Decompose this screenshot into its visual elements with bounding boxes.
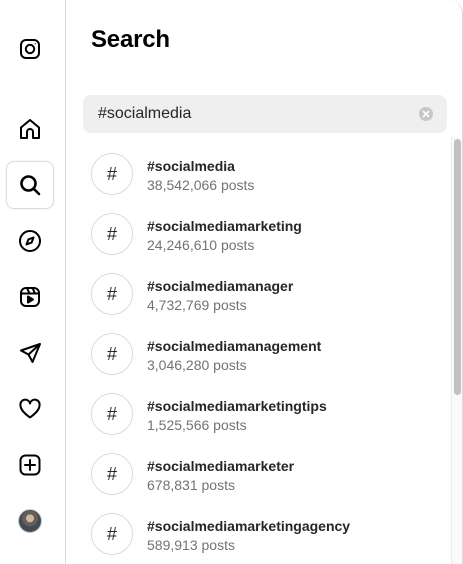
create-plus-icon	[19, 454, 41, 476]
result-post-count: 24,246,610 posts	[147, 237, 255, 253]
result-post-count: 3,046,280 posts	[147, 357, 247, 373]
instagram-logo-icon	[20, 39, 40, 59]
instagram-logo-button[interactable]	[6, 25, 54, 73]
hashtag-icon: #	[91, 393, 133, 435]
search-result-item[interactable]: # #socialmedia 38,542,066 posts	[67, 145, 447, 205]
page-title: Search	[91, 26, 170, 53]
result-post-count: 38,542,066 posts	[147, 177, 255, 193]
nav-messages[interactable]	[6, 329, 54, 377]
search-result-item[interactable]: # #socialmediamarketingagency 589,913 po…	[67, 505, 447, 564]
result-post-count: 1,525,566 posts	[147, 417, 247, 433]
profile-avatar	[18, 509, 42, 533]
result-hashtag: #socialmediamarketingtips	[147, 398, 327, 414]
nav-search[interactable]	[6, 161, 54, 209]
reels-icon	[20, 287, 40, 307]
hashtag-icon: #	[91, 513, 133, 555]
search-results-list: # #socialmedia 38,542,066 posts # #socia…	[67, 145, 447, 564]
explore-compass-icon	[19, 230, 41, 252]
result-post-count: 589,913 posts	[147, 537, 235, 553]
search-panel: Search # #socialmedia 38,542,066 posts #…	[67, 0, 463, 564]
hashtag-icon: #	[91, 153, 133, 195]
hashtag-icon: #	[91, 213, 133, 255]
instagram-app: Search # #socialmedia 38,542,066 posts #…	[0, 0, 463, 564]
nav-reels[interactable]	[6, 273, 54, 321]
result-hashtag: #socialmediamanagement	[147, 338, 322, 354]
hashtag-icon: #	[91, 273, 133, 315]
search-result-item[interactable]: # #socialmediamarketingtips 1,525,566 po…	[67, 385, 447, 445]
close-icon	[422, 110, 430, 118]
result-post-count: 4,732,769 posts	[147, 297, 247, 313]
clear-search-button[interactable]	[419, 107, 433, 121]
result-post-count: 678,831 posts	[147, 477, 235, 493]
nav-create[interactable]	[6, 441, 54, 489]
nav-profile[interactable]	[6, 497, 54, 545]
search-icon	[20, 175, 41, 196]
result-hashtag: #socialmediamarketing	[147, 218, 302, 234]
direct-messages-icon	[20, 343, 41, 363]
notifications-heart-icon	[19, 398, 41, 419]
search-box[interactable]	[83, 95, 447, 133]
home-icon	[20, 119, 40, 139]
result-hashtag: #socialmedia	[147, 158, 235, 174]
search-result-item[interactable]: # #socialmediamarketing 24,246,610 posts	[67, 205, 447, 265]
search-result-item[interactable]: # #socialmediamanagement 3,046,280 posts	[67, 325, 447, 385]
scrollbar-thumb[interactable]	[454, 139, 461, 395]
search-result-item[interactable]: # #socialmediamanager 4,732,769 posts	[67, 265, 447, 325]
result-hashtag: #socialmediamanager	[147, 278, 294, 294]
hashtag-icon: #	[91, 453, 133, 495]
hashtag-icon: #	[91, 333, 133, 375]
results-scrollbar[interactable]	[451, 137, 462, 564]
search-input[interactable]	[98, 95, 398, 133]
nav-rail	[0, 0, 66, 564]
nav-home[interactable]	[6, 105, 54, 153]
result-hashtag: #socialmediamarketingagency	[147, 518, 351, 534]
search-result-item[interactable]: # #socialmediamarketer 678,831 posts	[67, 445, 447, 505]
nav-explore[interactable]	[6, 217, 54, 265]
nav-notifications[interactable]	[6, 385, 54, 433]
result-hashtag: #socialmediamarketer	[147, 458, 295, 474]
